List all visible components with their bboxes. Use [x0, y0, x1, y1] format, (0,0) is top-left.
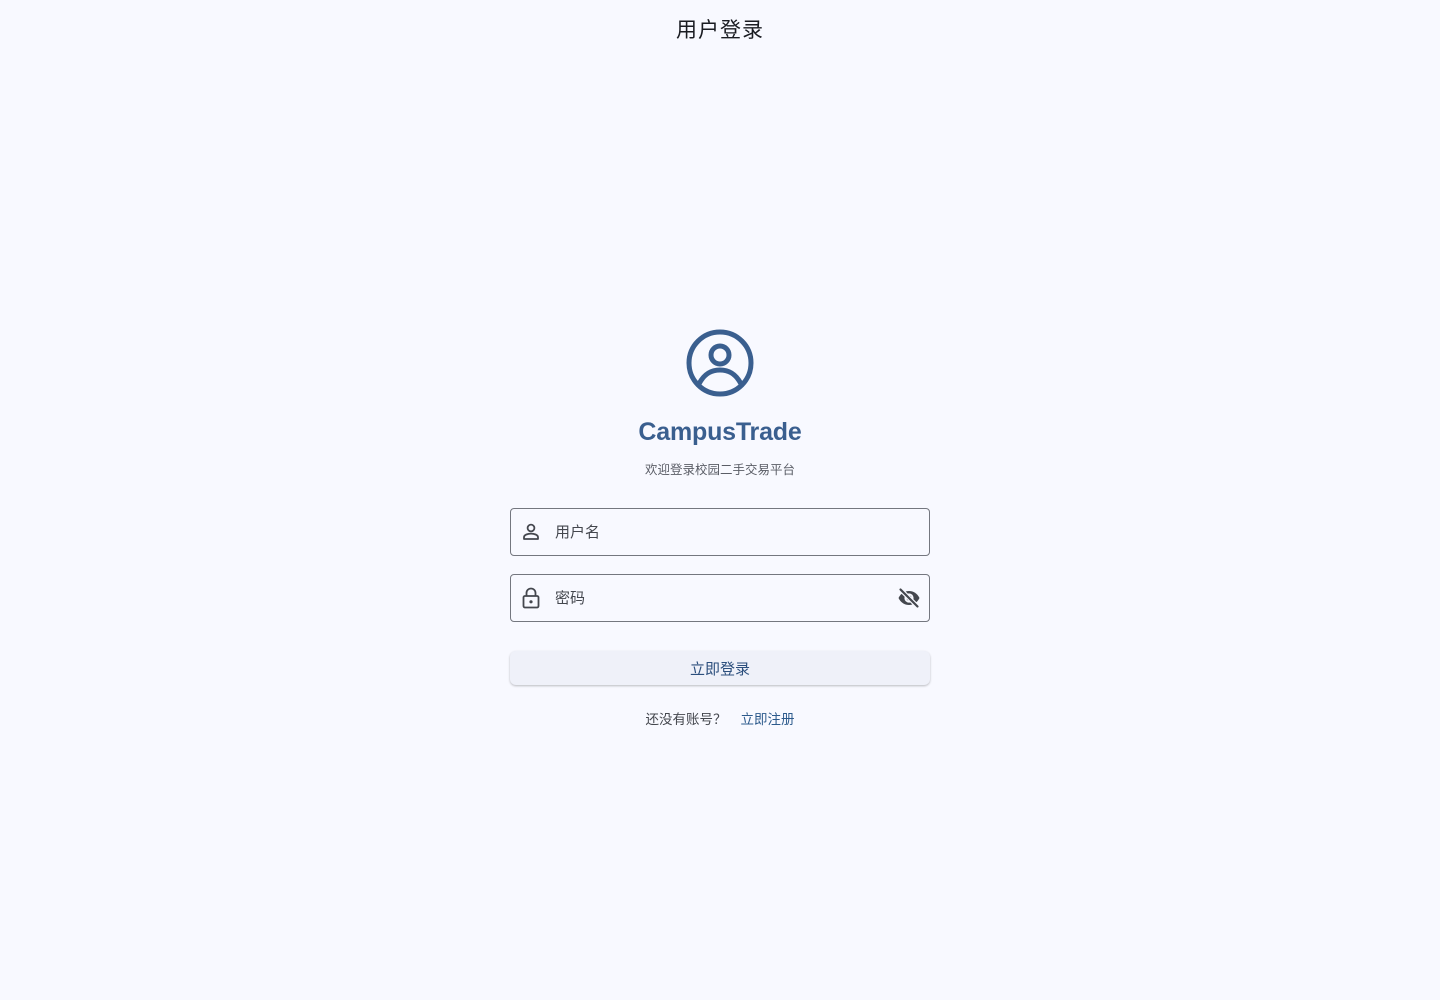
lock-icon [519, 586, 543, 610]
app-bar: 用户登录 [0, 0, 1440, 60]
account-circle-icon [686, 329, 754, 397]
register-link[interactable]: 立即注册 [741, 712, 795, 728]
person-icon [519, 520, 543, 544]
register-prompt: 还没有账号？ 立即注册 [0, 708, 1440, 728]
visibility-off-icon[interactable] [896, 585, 922, 611]
register-hint: 还没有账号？ [645, 712, 727, 728]
page-title: 用户登录 [676, 18, 764, 42]
login-button[interactable]: 立即登录 [510, 651, 930, 685]
password-input[interactable] [555, 575, 896, 621]
password-field[interactable] [510, 574, 930, 622]
brand-subtitle: 欢迎登录校园二手交易平台 [644, 462, 795, 477]
username-field[interactable] [510, 508, 930, 556]
username-input[interactable] [555, 509, 929, 555]
brand-name: CampusTrade [638, 418, 802, 446]
